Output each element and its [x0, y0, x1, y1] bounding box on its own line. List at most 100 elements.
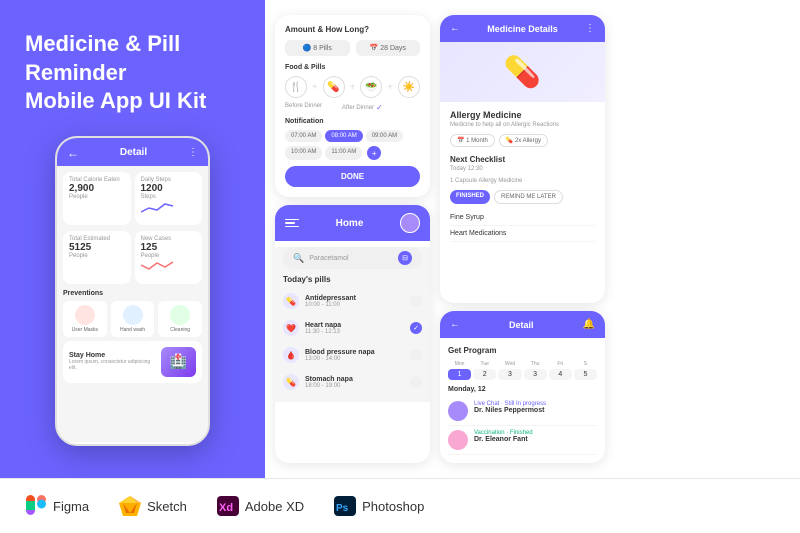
- plus-separator2: +: [350, 82, 356, 93]
- duration-input[interactable]: 📅 28 Days: [356, 40, 421, 56]
- prevention-label-masks: User Masks: [67, 327, 103, 333]
- cal-thu-num[interactable]: 3: [524, 369, 547, 380]
- search-bar[interactable]: 🔍 Paracetamol ⊟: [283, 247, 422, 269]
- main-title: Medicine & Pill ReminderMobile App UI Ki…: [25, 30, 240, 116]
- medicine-image: 💊: [504, 55, 541, 90]
- right-column: ← Medicine Details ⋮ 💊 Allergy Medicine …: [440, 15, 605, 463]
- pill-name-heart-napa: Heart napa: [305, 322, 404, 329]
- sketch-label: Sketch: [147, 499, 187, 514]
- cal-wed-label: Wed: [498, 361, 521, 367]
- tool-photoshop: Ps Photoshop: [334, 495, 424, 517]
- pill-count-input[interactable]: 🔵 8 Pills: [285, 40, 350, 56]
- stat-unit-calories: People: [69, 194, 125, 200]
- get-program-title: Get Program: [448, 346, 597, 355]
- med-details-title: Medicine Details: [487, 24, 558, 34]
- home-title: Home: [336, 218, 364, 229]
- cal-tue-num[interactable]: 2: [473, 369, 496, 380]
- amount-title: Amount & How Long?: [285, 25, 420, 34]
- remind-later-button[interactable]: REMIND ME LATER: [494, 190, 563, 204]
- menu-icon[interactable]: [285, 219, 299, 228]
- pill-time-stomach: 18:00 - 19:00: [305, 383, 404, 389]
- right-panels: Amount & How Long? 🔵 8 Pills 📅 28 Days F…: [265, 0, 800, 478]
- today-pills-title: Today's pills: [275, 275, 430, 284]
- figma-label: Figma: [53, 499, 89, 514]
- pill-name-stomach: Stomach napa: [305, 376, 404, 383]
- med-list-fine-syrup: Fine Syrup: [450, 210, 595, 226]
- home-header: Home: [275, 205, 430, 241]
- filter-icon[interactable]: ⊟: [398, 251, 412, 265]
- stat-value-calories: 2,900: [69, 183, 125, 194]
- doctor2-name: Dr. Eleanor Fant: [474, 436, 597, 443]
- done-button[interactable]: DONE: [285, 166, 420, 187]
- schedule-item-livechat: Live Chat · Still In progress Dr. Niles …: [448, 397, 597, 426]
- pill-item-antidepressant: 💊 Antidepressant 10:00 - 11:00: [275, 288, 430, 315]
- pill-item-blood-pressure: 🩸 Blood pressure napa 13:00 - 14:00: [275, 342, 430, 369]
- plus-separator: +: [312, 82, 318, 93]
- prevention-item-cleaning: Cleaning: [158, 301, 202, 337]
- check-blood-pressure[interactable]: [410, 349, 422, 361]
- medicine-image-area: 💊: [440, 42, 605, 102]
- cal-thu-label: Thu: [524, 361, 547, 367]
- menu-dots-icon: ⋮: [188, 147, 198, 158]
- home-screen: Home 🔍 Paracetamol ⊟ Today's pills 💊 Ant…: [275, 205, 430, 463]
- sketch-icon: [119, 495, 141, 517]
- plus-separator3: +: [387, 82, 393, 93]
- med-list-heart-meds: Heart Medications: [450, 226, 595, 242]
- pill-time-blood-pressure: 13:00 - 14:00: [305, 356, 404, 362]
- user-avatar[interactable]: [400, 213, 420, 233]
- time-chip-1100[interactable]: 11:00 AM: [325, 146, 362, 160]
- cal-fri-label: Fri: [549, 361, 572, 367]
- detail-header: ← Detail 🔔: [440, 311, 605, 338]
- time-chip-1000[interactable]: 10:00 AM: [285, 146, 322, 160]
- doctor2-avatar: [448, 430, 468, 450]
- pill-icon-heart-napa: ❤️: [283, 320, 299, 336]
- stat-label-calories: Total Calorie Eaten: [69, 177, 125, 183]
- time-chip-0800[interactable]: 08:00 AM: [325, 130, 362, 142]
- pill-item-stomach: 💊 Stomach napa 18:00 - 19:00: [275, 369, 430, 396]
- cal-fri-num[interactable]: 4: [549, 369, 572, 380]
- stat-unit-estimated: People: [69, 253, 125, 259]
- amount-screen: Amount & How Long? 🔵 8 Pills 📅 28 Days F…: [275, 15, 430, 197]
- back-arrow-icon: ←: [67, 146, 79, 160]
- finished-button[interactable]: FINISHED: [450, 190, 490, 204]
- cal-mon-num[interactable]: 1: [448, 369, 471, 380]
- pill-item-heart-napa: ❤️ Heart napa 11:30 - 12:13 ✓: [275, 315, 430, 342]
- cal-sat-num[interactable]: 5: [574, 369, 597, 380]
- stat-card-steps: Daily Steps 1200 Steps: [135, 172, 203, 225]
- middle-column: Amount & How Long? 🔵 8 Pills 📅 28 Days F…: [275, 15, 430, 463]
- checklist-time: Today 12:30: [450, 166, 595, 172]
- stat-card-calories: Total Calorie Eaten 2,900 People: [63, 172, 131, 225]
- cases-graph-icon: [141, 259, 176, 274]
- med-details-header: ← Medicine Details ⋮: [440, 15, 605, 42]
- time-chip-0700[interactable]: 07:00 AM: [285, 130, 322, 142]
- preventions-title: Preventions: [63, 290, 202, 297]
- prevention-item-handwash: Hand wash: [111, 301, 155, 337]
- svg-text:Ps: Ps: [336, 503, 349, 514]
- pill-time-antidepressant: 10:00 - 11:00: [305, 302, 404, 308]
- stay-home-title: Stay Home: [69, 352, 157, 359]
- monday-label: Monday, 12: [448, 386, 597, 393]
- doctor1-avatar: [448, 401, 468, 421]
- check-antidepressant[interactable]: [410, 295, 422, 307]
- check-stomach[interactable]: [410, 376, 422, 388]
- prevention-label-cleaning: Cleaning: [162, 327, 198, 333]
- cal-tue-label: Tue: [473, 361, 496, 367]
- steps-graph-icon: [141, 200, 176, 215]
- phone-left-header-title: Detail: [120, 147, 147, 158]
- stat-card-new-cases: New Cases 125 People: [135, 231, 203, 284]
- time-chip-0900[interactable]: 09:00 AM: [366, 130, 403, 142]
- search-icon: 🔍: [293, 253, 304, 264]
- bell-icon[interactable]: 🔔: [583, 319, 595, 330]
- add-time-button[interactable]: +: [367, 146, 381, 160]
- pill-icon-antidepressant: 💊: [283, 293, 299, 309]
- pill-time-heart-napa: 11:30 - 12:13: [305, 329, 404, 335]
- checklist-title: Next Checklist: [450, 155, 595, 164]
- photoshop-label: Photoshop: [362, 499, 424, 514]
- detail-back-icon[interactable]: ←: [450, 319, 460, 330]
- check-heart-napa[interactable]: ✓: [410, 322, 422, 334]
- cal-wed-num[interactable]: 3: [498, 369, 521, 380]
- stat-value-new-cases: 125: [141, 242, 197, 253]
- med-menu-icon[interactable]: ⋮: [585, 23, 595, 34]
- cal-sat-label: S: [574, 361, 597, 367]
- cal-mon-label: Mon: [448, 361, 471, 367]
